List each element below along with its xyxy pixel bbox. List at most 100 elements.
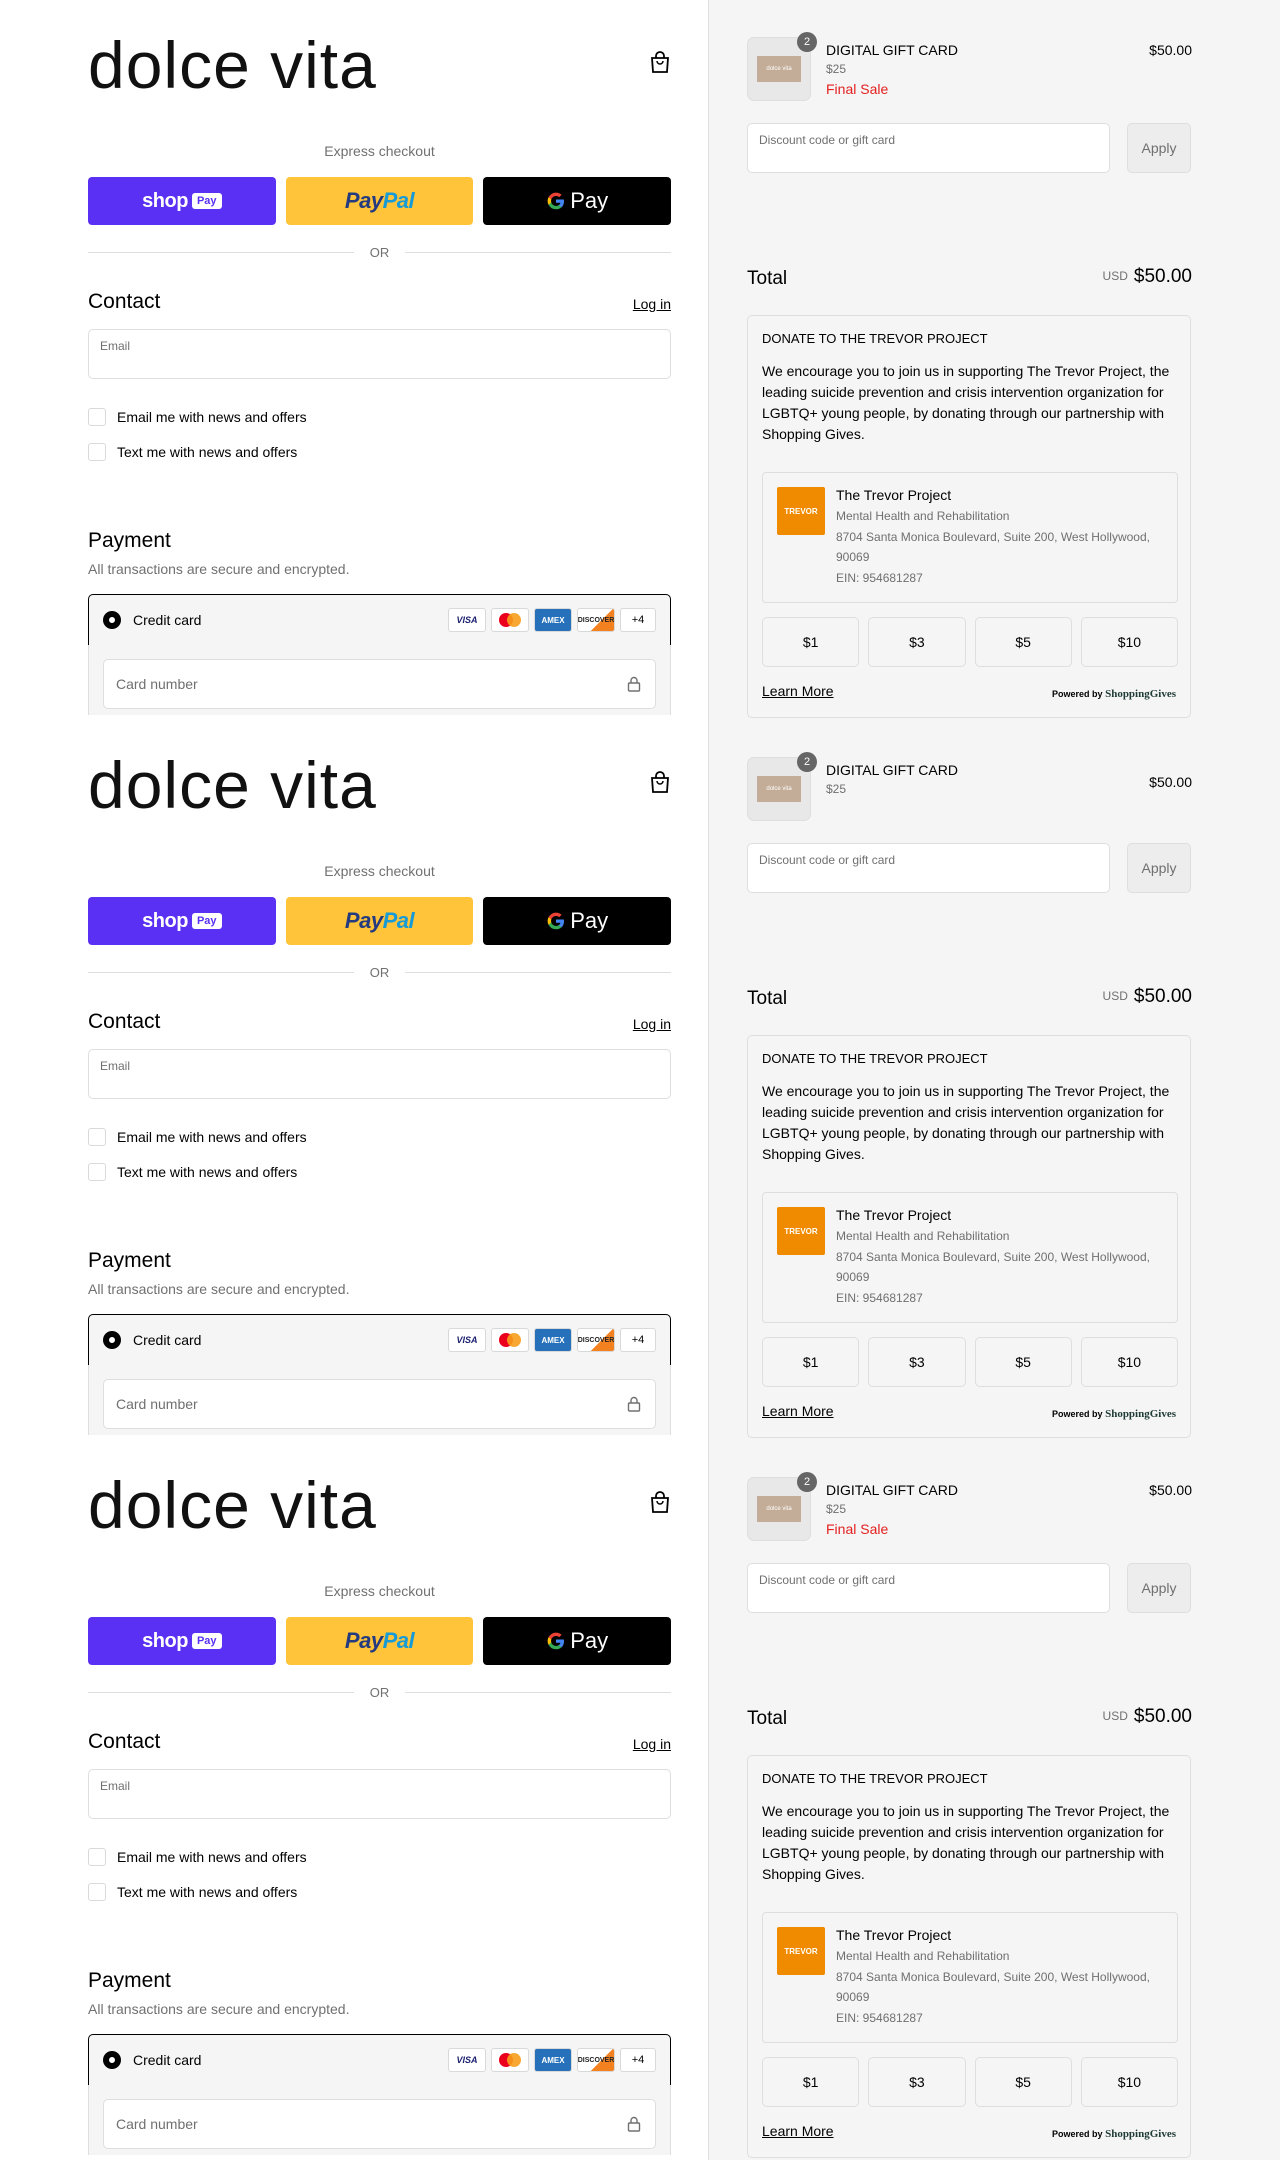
shop-pay-button[interactable]: shop Pay xyxy=(88,1617,276,1665)
or-text: OR xyxy=(369,1684,390,1700)
shop-pay-wordmark: shop xyxy=(142,909,188,932)
donate-amount-button[interactable]: $3 xyxy=(868,617,966,667)
mastercard-icon xyxy=(491,2048,529,2072)
donate-amount-button[interactable]: $1 xyxy=(762,1337,860,1387)
charity-address: 8704 Santa Monica Boulevard, Suite 200, … xyxy=(836,530,1150,564)
shopping-bag-icon[interactable] xyxy=(649,770,671,794)
login-link[interactable]: Log in xyxy=(633,1016,671,1032)
discount-code-input[interactable]: Discount code or gift card xyxy=(747,1563,1110,1613)
login-link[interactable]: Log in xyxy=(633,296,671,312)
email-news-label: Email me with news and offers xyxy=(117,1129,307,1145)
payment-subtitle: All transactions are secure and encrypte… xyxy=(88,561,350,577)
visa-text: VISA xyxy=(456,1335,478,1345)
learn-more-link[interactable]: Learn More xyxy=(762,1403,834,1419)
card-number-field[interactable]: Card number xyxy=(103,659,656,709)
visa-text: VISA xyxy=(456,2055,478,2065)
text-news-checkbox-row[interactable]: Text me with news and offers xyxy=(88,1163,297,1181)
discount-code-input[interactable]: Discount code or gift card xyxy=(747,843,1110,893)
google-pay-button[interactable]: Pay xyxy=(483,177,672,225)
paypal-button[interactable]: PayPal xyxy=(285,1617,474,1665)
radio-dot xyxy=(109,1337,115,1343)
text-news-label: Text me with news and offers xyxy=(117,444,298,460)
text-news-checkbox[interactable] xyxy=(88,443,106,461)
google-pay-label: Pay xyxy=(570,1628,609,1653)
email-news-checkbox[interactable] xyxy=(88,1128,106,1146)
quantity-badge: 2 xyxy=(797,752,817,772)
card-number-field[interactable]: Card number xyxy=(103,2099,656,2149)
express-checkout-label: Express checkout xyxy=(324,1583,435,1599)
text-news-checkbox-row[interactable]: Text me with news and offers xyxy=(88,443,297,461)
text-news-checkbox[interactable] xyxy=(88,1163,106,1181)
total-currency: USD xyxy=(1102,1709,1128,1723)
mastercard-icon xyxy=(491,1328,529,1352)
donate-amount-button[interactable]: $10 xyxy=(1080,2057,1178,2107)
donate-amount-button[interactable]: $3 xyxy=(868,2057,966,2107)
paypal-button[interactable]: PayPal xyxy=(285,897,474,945)
donation-description: We encourage you to join us in supportin… xyxy=(762,1803,1170,1882)
email-field[interactable]: Email xyxy=(88,329,671,379)
order-summary-panel: dolce vita 2 DIGITAL GIFT CARD $25 $50.0… xyxy=(708,720,1280,1440)
product-variant: $25 xyxy=(826,1502,847,1516)
donate-amount-button[interactable]: $10 xyxy=(1080,617,1178,667)
donation-description: We encourage you to join us in supportin… xyxy=(762,1083,1170,1162)
credit-card-radio[interactable] xyxy=(103,611,121,629)
apply-discount-button[interactable]: Apply xyxy=(1127,843,1191,893)
card-number-field[interactable]: Card number xyxy=(103,1379,656,1429)
shop-pay-pill: Pay xyxy=(191,1633,222,1649)
shopping-bag-icon[interactable] xyxy=(649,1490,671,1514)
email-news-checkbox-row[interactable]: Email me with news and offers xyxy=(88,1848,307,1866)
donate-amount-button[interactable]: $5 xyxy=(974,1337,1072,1387)
learn-more-link[interactable]: Learn More xyxy=(762,683,834,699)
credit-card-radio[interactable] xyxy=(103,1331,121,1349)
amex-icon: AMEX xyxy=(534,1328,572,1352)
discount-code-input[interactable]: Discount code or gift card xyxy=(747,123,1110,173)
amex-icon: AMEX xyxy=(534,608,572,632)
radio-dot xyxy=(109,617,115,623)
email-field-label: Email xyxy=(100,1779,131,1793)
store-logo[interactable]: dolce vita xyxy=(88,32,671,98)
credit-card-radio[interactable] xyxy=(103,2051,121,2069)
donate-amount-button[interactable]: $10 xyxy=(1080,1337,1178,1387)
radio-dot xyxy=(109,2057,115,2063)
text-news-checkbox[interactable] xyxy=(88,1883,106,1901)
email-field[interactable]: Email xyxy=(88,1769,671,1819)
store-logo[interactable]: dolce vita xyxy=(88,752,671,818)
mastercard-circles xyxy=(499,2053,521,2067)
paypal-button[interactable]: PayPal xyxy=(285,177,474,225)
donate-amount-button[interactable]: $5 xyxy=(974,2057,1072,2107)
apply-discount-button[interactable]: Apply xyxy=(1127,123,1191,173)
text-news-checkbox-row[interactable]: Text me with news and offers xyxy=(88,1883,297,1901)
donate-amount-button[interactable]: $1 xyxy=(762,617,860,667)
credit-card-option[interactable]: Credit card VISA AMEX DISCOVER +4 xyxy=(88,1314,671,1366)
powered-by-shoppinggives: Powered by ShoppingGives xyxy=(1052,1408,1176,1420)
google-pay-button[interactable]: Pay xyxy=(483,897,672,945)
credit-card-option[interactable]: Credit card VISA AMEX DISCOVER +4 xyxy=(88,2034,671,2086)
shoppinggives-logo: ShoppingGives xyxy=(1105,2128,1176,2140)
email-news-checkbox-row[interactable]: Email me with news and offers xyxy=(88,1128,307,1146)
email-news-checkbox-row[interactable]: Email me with news and offers xyxy=(88,408,307,426)
google-g-icon xyxy=(547,912,565,930)
payment-title: Payment xyxy=(88,1249,171,1272)
quantity-badge: 2 xyxy=(797,1472,817,1492)
apply-discount-button[interactable]: Apply xyxy=(1127,1563,1191,1613)
email-news-checkbox[interactable] xyxy=(88,1848,106,1866)
donation-description: We encourage you to join us in supportin… xyxy=(762,363,1170,442)
credit-card-option[interactable]: Credit card VISA AMEX DISCOVER +4 xyxy=(88,594,671,646)
login-link[interactable]: Log in xyxy=(633,1736,671,1752)
paypal-pal-text: Pal xyxy=(382,188,415,213)
donate-amount-button[interactable]: $5 xyxy=(974,617,1072,667)
shop-pay-wordmark: shop xyxy=(142,1629,188,1652)
store-logo[interactable]: dolce vita xyxy=(88,1472,671,1538)
email-news-checkbox[interactable] xyxy=(88,408,106,426)
learn-more-link[interactable]: Learn More xyxy=(762,2123,834,2139)
shop-pay-button[interactable]: shop Pay xyxy=(88,177,276,225)
google-g-icon xyxy=(547,1632,565,1650)
donate-amount-button[interactable]: $3 xyxy=(868,1337,966,1387)
email-field[interactable]: Email xyxy=(88,1049,671,1099)
donate-amount-button[interactable]: $1 xyxy=(762,2057,860,2107)
more-cards-badge: +4 xyxy=(620,2048,656,2072)
shop-pay-button[interactable]: shop Pay xyxy=(88,897,276,945)
charity-ein: EIN: 954681287 xyxy=(836,2011,923,2025)
shopping-bag-icon[interactable] xyxy=(649,50,671,74)
google-pay-button[interactable]: Pay xyxy=(483,1617,672,1665)
